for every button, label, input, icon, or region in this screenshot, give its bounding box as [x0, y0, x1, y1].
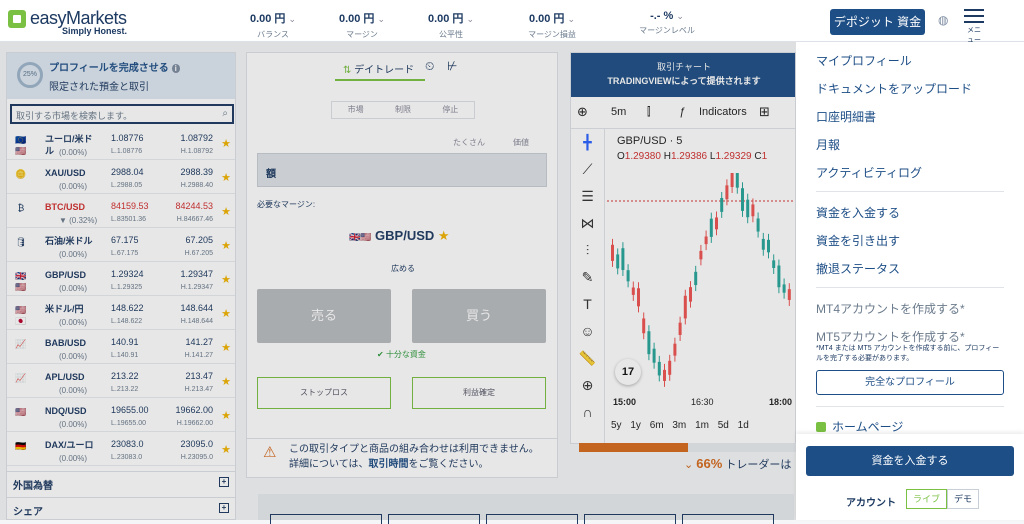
stat-value: 0.00 円 [528, 13, 565, 25]
menu-withdraw-funds[interactable]: 資金を引き出す [816, 232, 900, 249]
stat-margin-level[interactable]: -.- % ⌄ マージンレベル [622, 10, 712, 36]
menu-activity-log[interactable]: アクティビティログ [816, 164, 922, 181]
hamburger-line [964, 21, 984, 23]
logo-icon [8, 9, 26, 28]
menu-account-statement[interactable]: 口座明細書 [816, 108, 876, 125]
stat-label: バランス [257, 30, 289, 39]
stat-label: マージンレベル [639, 26, 695, 35]
complete-profile-button[interactable]: 完全なプロフィール [816, 370, 1004, 395]
stat-margin-pnl[interactable]: 0.00 円 ⌄ マージン損益 [507, 10, 597, 40]
home-icon [816, 422, 826, 432]
demo-toggle[interactable]: デモ [947, 489, 980, 509]
chevron-down-icon: ⌄ [466, 14, 475, 24]
dim-overlay[interactable] [0, 42, 796, 520]
chevron-down-icon: ⌄ [377, 14, 386, 24]
menu-my-profile[interactable]: マイプロフィール [816, 52, 912, 69]
stat-equity[interactable]: 0.00 円 ⌄ 公平性 [406, 10, 496, 40]
menu-homepage-label: ホームページ [832, 420, 904, 434]
stat-value: 0.00 円 [338, 13, 375, 25]
divider [816, 191, 1004, 192]
menu-homepage[interactable]: ホームページ [816, 418, 903, 435]
menu-deposit-funds[interactable]: 資金を入金する [816, 204, 900, 221]
stat-label: マージン損益 [528, 30, 576, 39]
side-menu: マイプロフィール ドキュメントをアップロード 口座明細書 月報 アクティビティロ… [796, 42, 1024, 520]
stat-label: 公平性 [439, 30, 463, 39]
mt-note: *MT4 または MT5 アカウントを作成する前に、プロフィールを完了する必要が… [816, 345, 1000, 362]
menu-create-mt5: MT5アカウントを作成する* [816, 330, 965, 344]
stat-balance[interactable]: 0.00 円 ⌄ バランス [228, 10, 318, 40]
hamburger-line [964, 15, 984, 17]
logo-tagline: Simply Honest. [62, 26, 128, 36]
menu-upload-documents[interactable]: ドキュメントをアップロード [816, 80, 972, 97]
stat-value: 0.00 円 [427, 13, 464, 25]
top-bar: easyMarkets Simply Honest. 0.00 円 ⌄ バランス… [0, 0, 1024, 45]
menu-button[interactable]: メニュー [964, 9, 984, 45]
deposit-button[interactable]: デポジット 資金 [830, 9, 925, 35]
menu-create-mt4: MT4アカウントを作成する* [816, 302, 965, 316]
menu-deposit-button[interactable]: 資金を入金する [806, 446, 1014, 476]
stat-margin[interactable]: 0.00 円 ⌄ マージン [317, 10, 407, 40]
account-label: アカウント [846, 498, 896, 509]
stat-value: -.- % [650, 10, 674, 22]
account-toggle: ライブ デモ [906, 489, 980, 509]
chevron-down-icon: ⌄ [567, 14, 576, 24]
globe-icon[interactable]: ◍ [938, 13, 948, 27]
hamburger-icon [964, 9, 984, 11]
stat-label: マージン [346, 30, 378, 39]
chevron-down-icon: ⌄ [288, 14, 297, 24]
divider [816, 406, 1004, 407]
divider [816, 287, 1004, 288]
menu-monthly-report[interactable]: 月報 [816, 136, 840, 153]
chevron-down-icon: ⌄ [676, 11, 684, 21]
menu-withdrawal-status[interactable]: 撤退ステータス [816, 260, 900, 277]
live-toggle[interactable]: ライブ [906, 489, 948, 509]
stat-value: 0.00 円 [249, 13, 286, 25]
